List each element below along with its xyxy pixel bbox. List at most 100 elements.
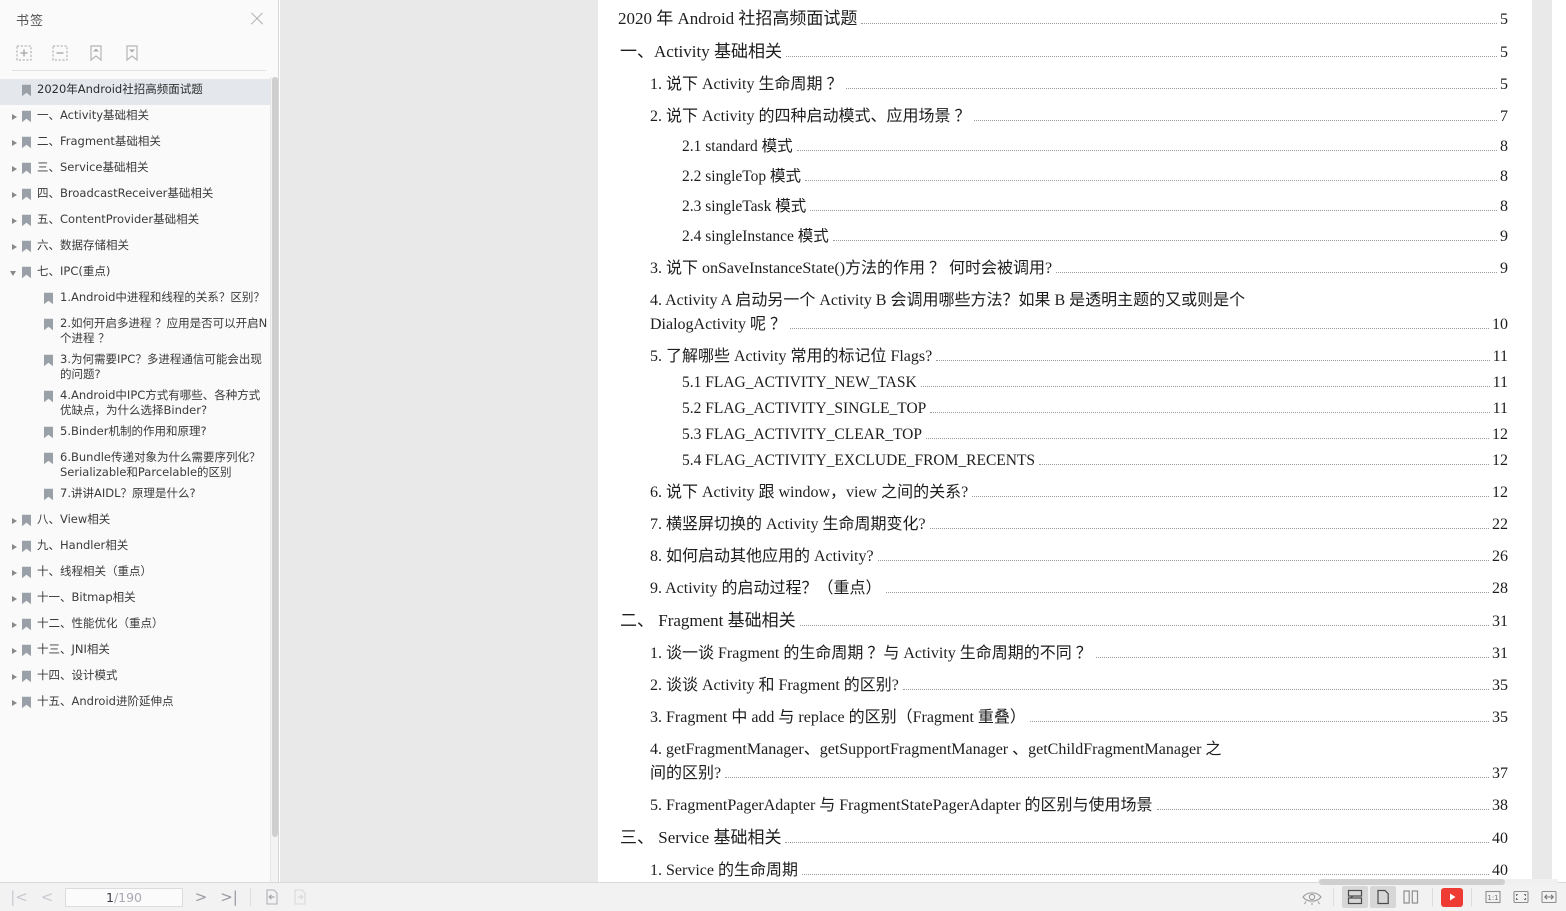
- fit-page-icon[interactable]: [1508, 886, 1534, 908]
- toc-entry[interactable]: 7. 横竖屏切换的 Activity 生命周期变化? 22: [610, 510, 1508, 534]
- toc-entry[interactable]: 4. getFragmentManager、getSupportFragment…: [610, 735, 1508, 783]
- double-page-view-icon[interactable]: [1398, 886, 1424, 908]
- bookmark-item[interactable]: 六、数据存储相关: [0, 235, 278, 261]
- chevron-right-icon[interactable]: [8, 109, 21, 126]
- bookmark-item[interactable]: 七、IPC(重点): [0, 261, 278, 287]
- toc-entry[interactable]: 3. Fragment 中 add 与 replace 的区别（Fragment…: [610, 703, 1508, 727]
- bookmark-item[interactable]: 2020年Android社招高频面试题: [0, 79, 278, 105]
- toc-entry[interactable]: 1. 说下 Activity 生命周期 ？ 5: [610, 70, 1508, 94]
- fit-width-icon[interactable]: [1536, 886, 1562, 908]
- previous-view-icon[interactable]: [259, 886, 285, 908]
- bookmark-item[interactable]: 十五、Android进阶延伸点: [0, 691, 278, 717]
- toc-entry[interactable]: 2.3 singleTask 模式 8: [610, 194, 1508, 216]
- bookmark-item[interactable]: 十二、性能优化（重点）: [0, 613, 278, 639]
- bookmark-item-label: 4.Android中IPC方式有哪些、各种方式优缺点，为什么选择Binder?: [60, 388, 261, 417]
- horizontal-scrollbar[interactable]: [1318, 879, 1558, 885]
- bookmark-item[interactable]: 5.Binder机制的作用和原理?: [0, 421, 278, 447]
- bookmark-item[interactable]: 十四、设计模式: [0, 665, 278, 691]
- next-view-icon[interactable]: [287, 886, 313, 908]
- toc-entry[interactable]: 4. Activity A 启动另一个 Activity B 会调用哪些方法？如…: [610, 286, 1508, 334]
- next-page-button[interactable]: >: [188, 886, 214, 908]
- chevron-right-icon[interactable]: [8, 565, 21, 582]
- chevron-right-icon[interactable]: [8, 187, 21, 204]
- bookmark-item[interactable]: 十一、Bitmap相关: [0, 587, 278, 613]
- bookmark-item[interactable]: 一、Activity基础相关: [0, 105, 278, 131]
- toc-entry[interactable]: 2. 说下 Activity 的四种启动模式、应用场景 ？ 7: [610, 102, 1508, 126]
- chevron-right-icon[interactable]: [8, 591, 21, 608]
- toc-entry[interactable]: 2. 谈谈 Activity 和 Fragment 的区别? 35: [610, 671, 1508, 695]
- toc-entry-text: 2. 说下 Activity 的四种启动模式、应用场景 ？: [650, 108, 971, 125]
- toc-entry[interactable]: 2.1 standard 模式 8: [610, 134, 1508, 156]
- toc-page-number: 5: [1500, 76, 1508, 93]
- last-page-button[interactable]: >|: [216, 886, 242, 908]
- toc-page-number: 12: [1492, 484, 1508, 501]
- chevron-right-icon[interactable]: [8, 695, 21, 712]
- reading-mode-icon[interactable]: [1299, 886, 1325, 908]
- toc-entry[interactable]: 5. FragmentPagerAdapter 与 FragmentStateP…: [610, 791, 1508, 815]
- bookmark-icon: [21, 696, 34, 714]
- bookmark-item[interactable]: 1.Android中进程和线程的关系？区别？: [0, 287, 278, 313]
- bookmark-item[interactable]: 7.讲讲AIDL？原理是什么?: [0, 483, 278, 509]
- bookmark-item[interactable]: 3.为何需要IPC？多进程通信可能会出现的问题?: [0, 349, 278, 385]
- toc-entry[interactable]: 2020 年 Android 社招高频面试题 5: [610, 4, 1508, 29]
- chevron-right-icon[interactable]: [8, 539, 21, 556]
- toc-entry[interactable]: 5.3 FLAG_ACTIVITY_CLEAR_TOP 12: [610, 426, 1508, 444]
- toc-entry-text: 一、Activity 基础相关: [620, 42, 782, 61]
- bookmark-item[interactable]: 6.Bundle传递对象为什么需要序列化？Serializable和Parcel…: [0, 447, 278, 483]
- toc-entry[interactable]: 1. Service 的生命周期 40: [610, 856, 1508, 880]
- sidebar-scrollbar-thumb[interactable]: [272, 77, 278, 837]
- chevron-right-icon[interactable]: [8, 669, 21, 686]
- toc-entry[interactable]: 一、Activity 基础相关 5: [610, 37, 1508, 62]
- single-page-view-icon[interactable]: [1370, 886, 1396, 908]
- scroll-view-icon[interactable]: [1342, 886, 1368, 908]
- horizontal-scrollbar-thumb[interactable]: [1319, 879, 1505, 885]
- bookmark-up-icon[interactable]: [85, 42, 107, 64]
- toc-entry[interactable]: 二、 Fragment 基础相关 31: [610, 606, 1508, 631]
- expand-all-icon[interactable]: [13, 42, 35, 64]
- toc-entry[interactable]: 5.2 FLAG_ACTIVITY_SINGLE_TOP 11: [610, 400, 1508, 418]
- bookmark-item[interactable]: 二、Fragment基础相关: [0, 131, 278, 157]
- chevron-right-icon[interactable]: [8, 161, 21, 178]
- bookmark-item[interactable]: 十、线程相关（重点）: [0, 561, 278, 587]
- bookmark-item[interactable]: 2.如何开启多进程 ？应用是否可以开启N个进程 ？: [0, 313, 278, 349]
- toc-page-number: 22: [1492, 516, 1508, 533]
- bookmark-item[interactable]: 十三、JNI相关: [0, 639, 278, 665]
- sidebar-scrollbar[interactable]: [270, 77, 278, 882]
- toc-entry[interactable]: 2.2 singleTop 模式 8: [610, 164, 1508, 186]
- toc-entry[interactable]: 5.4 FLAG_ACTIVITY_EXCLUDE_FROM_RECENTS 12: [610, 452, 1508, 470]
- document-viewer[interactable]: 2020 年 Android 社招高频面试题 5 一、Activity 基础相关 5 1…: [280, 0, 1566, 882]
- collapse-all-icon[interactable]: [49, 42, 71, 64]
- bookmark-item-label: 一、Activity基础相关: [37, 108, 150, 122]
- actual-size-icon[interactable]: 1:1: [1480, 886, 1506, 908]
- bookmark-down-icon[interactable]: [121, 42, 143, 64]
- chevron-right-icon[interactable]: [8, 135, 21, 152]
- chevron-right-icon[interactable]: [8, 213, 21, 230]
- close-icon[interactable]: [246, 8, 268, 30]
- toc-entry[interactable]: 3. 说下 onSaveInstanceState()方法的作用 ？ 何时会被调…: [610, 254, 1508, 278]
- bookmark-item[interactable]: 4.Android中IPC方式有哪些、各种方式优缺点，为什么选择Binder?: [0, 385, 278, 421]
- bookmark-item[interactable]: 三、Service基础相关: [0, 157, 278, 183]
- chevron-right-icon[interactable]: [8, 643, 21, 660]
- first-page-button[interactable]: |<: [6, 886, 32, 908]
- toc-entry[interactable]: 三、 Service 基础相关 40: [610, 823, 1508, 848]
- toc-entry[interactable]: 5. 了解哪些 Activity 常用的标记位 Flags? 11: [610, 342, 1508, 366]
- bookmark-item[interactable]: 五、ContentProvider基础相关: [0, 209, 278, 235]
- bookmark-list[interactable]: 2020年Android社招高频面试题一、Activity基础相关二、Fragm…: [0, 77, 278, 882]
- toc-entry[interactable]: 1. 谈一谈 Fragment 的生命周期 ？与 Activity 生命周期的不…: [610, 639, 1508, 663]
- previous-page-button[interactable]: <: [34, 886, 60, 908]
- page-number-input[interactable]: 1/190: [65, 887, 183, 907]
- chevron-right-icon[interactable]: [8, 513, 21, 530]
- chevron-right-icon[interactable]: [8, 617, 21, 634]
- bookmark-item[interactable]: 九、Handler相关: [0, 535, 278, 561]
- toc-entry[interactable]: 8. 如何启动其他应用的 Activity? 26: [610, 542, 1508, 566]
- toc-entry[interactable]: 9. Activity 的启动过程？（重点） 28: [610, 574, 1508, 598]
- chevron-down-icon[interactable]: [8, 265, 21, 282]
- presentation-play-icon[interactable]: [1441, 887, 1463, 907]
- chevron-right-icon[interactable]: [8, 239, 21, 256]
- toolbar-divider: [250, 888, 251, 906]
- toc-entry[interactable]: 5.1 FLAG_ACTIVITY_NEW_TASK 11: [610, 374, 1508, 392]
- toc-entry[interactable]: 2.4 singleInstance 模式 9: [610, 224, 1508, 246]
- toc-entry[interactable]: 6. 说下 Activity 跟 window，view 之间的关系? 12: [610, 478, 1508, 502]
- bookmark-item[interactable]: 八、View相关: [0, 509, 278, 535]
- bookmark-item[interactable]: 四、BroadcastReceiver基础相关: [0, 183, 278, 209]
